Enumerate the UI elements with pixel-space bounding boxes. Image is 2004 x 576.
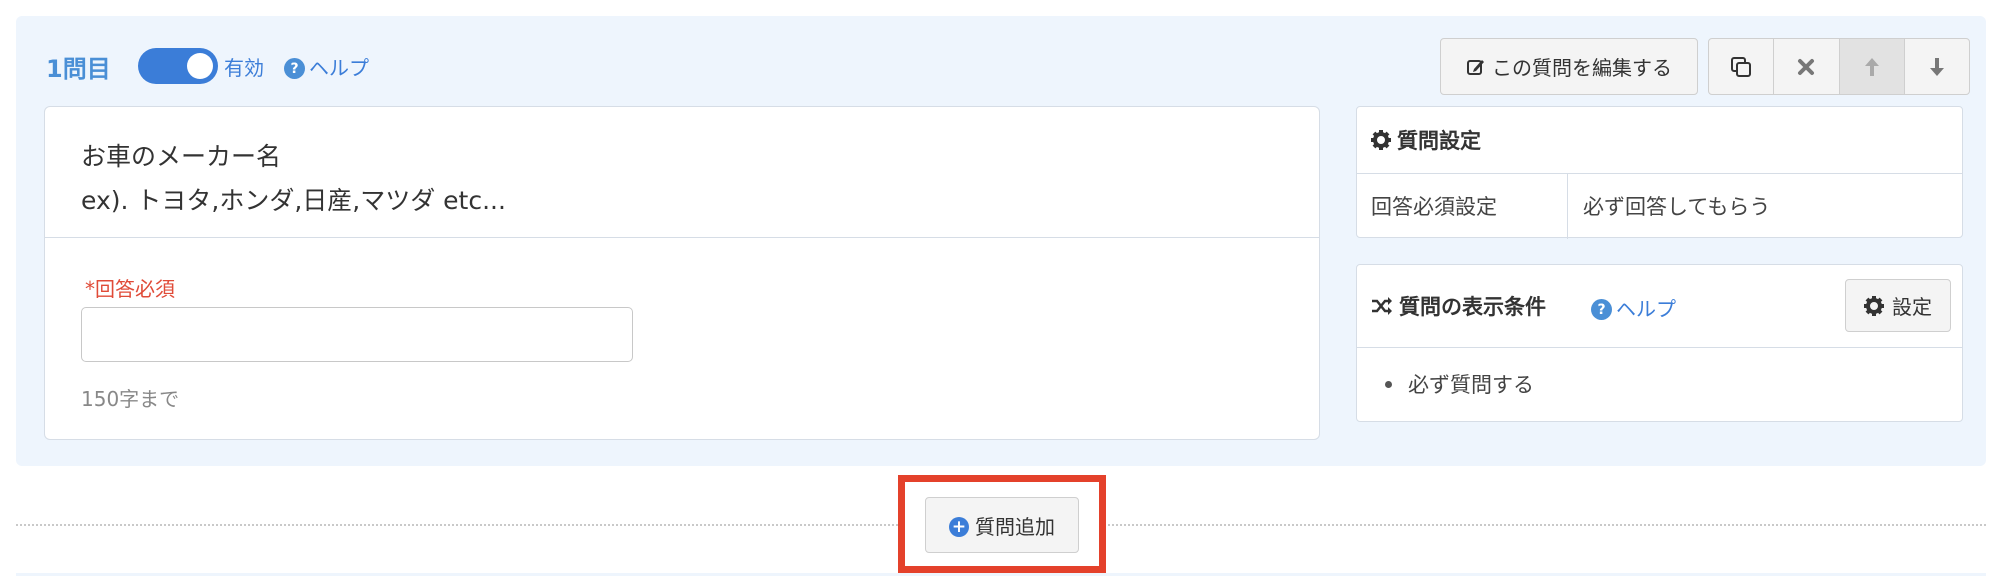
conditions-settings-button[interactable]: 設定: [1845, 279, 1951, 332]
conditions-help-link[interactable]: ? ヘルプ: [1591, 293, 1676, 322]
move-up-button[interactable]: [1839, 39, 1905, 94]
conditions-panel-title: 質問の表示条件: [1399, 295, 1546, 319]
required-setting-value: 必ず回答してもらう: [1583, 195, 1771, 219]
edit-question-label: この質問を編集する: [1492, 56, 1672, 80]
conditions-panel-header: 質問の表示条件: [1371, 265, 1546, 347]
condition-list-item: 必ず質問する: [1385, 369, 1534, 399]
delete-button[interactable]: [1774, 39, 1840, 94]
add-question-highlight: + 質問追加: [898, 475, 1106, 573]
required-setting-label: 回答必須設定: [1371, 195, 1497, 219]
bullet-icon: [1385, 380, 1392, 388]
question-number: 1問目: [46, 55, 111, 83]
copy-button[interactable]: [1709, 39, 1775, 94]
add-question-button[interactable]: + 質問追加: [925, 497, 1079, 553]
question-action-group: [1708, 38, 1970, 95]
move-down-button[interactable]: [1905, 39, 1969, 94]
toggle-label: 有効: [224, 56, 264, 80]
divider: [1357, 347, 1962, 348]
question-title-line1: お車のメーカー名: [81, 142, 282, 171]
help-label: ヘルプ: [1616, 297, 1676, 321]
help-icon: ?: [1591, 299, 1612, 320]
gear-icon: [1864, 295, 1884, 316]
question-body: お車のメーカー名 ex). トヨタ,ホンダ,日産,マツダ etc... *回答必…: [44, 106, 1320, 440]
plus-circle-icon: +: [949, 517, 969, 537]
divider: [45, 237, 1319, 238]
display-conditions-panel: 質問の表示条件 ? ヘルプ 設定 必ず質問する: [1356, 264, 1963, 422]
add-question-label: 質問追加: [975, 514, 1055, 539]
char-limit-hint: 150字まで: [81, 387, 180, 411]
settings-panel-header: 質問設定: [1371, 107, 1481, 173]
condition-text: 必ず質問する: [1408, 373, 1534, 397]
required-label: *回答必須: [85, 277, 175, 301]
close-icon: [1798, 58, 1815, 75]
arrow-up-icon: [1864, 57, 1879, 76]
edit-question-button[interactable]: この質問を編集する: [1440, 38, 1698, 95]
question-card: 1問目 有効 ? ヘルプ この質問を編集する お車のメーカー名 ex). トヨタ…: [16, 16, 1986, 466]
help-icon: ?: [284, 58, 305, 79]
enable-toggle[interactable]: [138, 48, 218, 84]
settings-button-label: 設定: [1892, 295, 1932, 319]
copy-icon: [1731, 56, 1752, 77]
toggle-knob: [187, 53, 213, 79]
edit-icon: [1467, 59, 1484, 75]
gear-icon: [1371, 130, 1391, 150]
question-header: 1問目 有効 ? ヘルプ この質問を編集する: [16, 16, 1986, 116]
help-link[interactable]: ? ヘルプ: [284, 52, 369, 81]
answer-input[interactable]: [81, 307, 633, 362]
question-settings-panel: 質問設定 回答必須設定 必ず回答してもらう: [1356, 106, 1963, 239]
shuffle-icon: [1372, 297, 1392, 315]
arrow-down-icon: [1929, 57, 1944, 76]
divider: [1567, 173, 1568, 239]
question-title-line2: ex). トヨタ,ホンダ,日産,マツダ etc...: [81, 186, 506, 215]
question-title: お車のメーカー名 ex). トヨタ,ホンダ,日産,マツダ etc...: [81, 135, 506, 223]
settings-panel-title: 質問設定: [1397, 129, 1481, 153]
help-label: ヘルプ: [309, 56, 369, 80]
